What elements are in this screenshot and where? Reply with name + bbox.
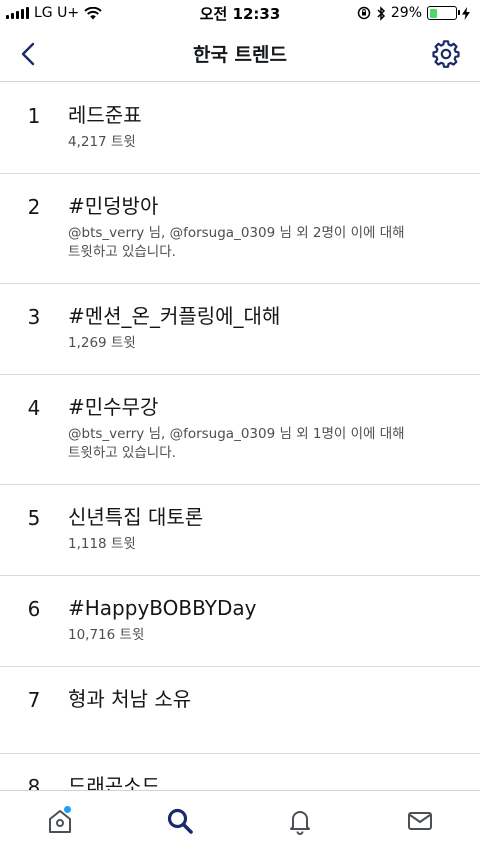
trend-tweet-count: 4,217 트윗 (68, 134, 136, 150)
trend-tweet-count: 10,716 트윗 (68, 627, 145, 643)
battery-percent: 29% (390, 5, 422, 21)
trend-name: 드래곤소드 (68, 774, 160, 790)
trend-tweet-count: 1,118 트윗 (68, 536, 136, 552)
trend-item[interactable]: 2 #민덩방아 @bts_verry 님, @forsuga_0309 님 외 … (0, 174, 480, 284)
trend-name: 형과 처남 소유 (68, 687, 192, 711)
wifi-icon (84, 6, 102, 19)
trend-rank: 8 (27, 775, 41, 790)
trend-name: #민수무강 (68, 395, 159, 419)
trend-item[interactable]: 6 #HappyBOBBYDay 10,716 트윗 (0, 576, 480, 667)
navigation-header: 한국 트렌드 (0, 26, 480, 82)
trend-name: 신년특집 대토론 (68, 505, 204, 529)
bell-icon (290, 810, 310, 835)
trend-rank: 2 (27, 195, 41, 219)
trend-context-line: @bts_verry 님, @forsuga_0309 님 외 2명이 이에 대… (68, 225, 405, 241)
carrier-name: LG U+ (34, 5, 80, 21)
trend-item[interactable]: 8 드래곤소드 (0, 754, 480, 790)
charging-icon (462, 6, 470, 20)
trend-name: #멘션_온_커플링에_대해 (68, 304, 281, 328)
trend-context-line: @bts_verry 님, @forsuga_0309 님 외 1명이 이에 대… (68, 426, 405, 442)
trend-list: 1 레드준표 4,217 트윗 2 #민덩방아 @bts_verry 님, @f… (0, 83, 480, 790)
battery-level (429, 8, 437, 18)
trend-rank: 4 (27, 396, 41, 420)
trend-rank: 6 (27, 597, 41, 621)
trend-item[interactable]: 7 형과 처남 소유 (0, 667, 480, 754)
status-bar: LG U+ 오전 12:33 29% (0, 0, 480, 26)
tab-messages[interactable] (390, 796, 450, 846)
tab-home[interactable] (30, 796, 90, 846)
trend-item[interactable]: 1 레드준표 4,217 트윗 (0, 83, 480, 174)
trend-context: @bts_verry 님, @forsuga_0309 님 외 2명이 이에 대… (68, 224, 460, 262)
trend-context: @bts_verry 님, @forsuga_0309 님 외 1명이 이에 대… (68, 425, 460, 463)
trend-item[interactable]: 5 신년특집 대토론 1,118 트윗 (0, 485, 480, 576)
back-button[interactable] (8, 34, 48, 74)
trend-context-line: 트윗하고 있습니다. (68, 244, 176, 260)
battery-icon (427, 6, 460, 20)
tab-notifications[interactable] (270, 796, 330, 846)
signal-strength-icon (6, 7, 29, 19)
rotation-lock-icon (357, 6, 371, 20)
tab-search[interactable] (150, 796, 210, 846)
trend-rank: 7 (27, 688, 41, 712)
trend-context-line: 트윗하고 있습니다. (68, 445, 176, 461)
trend-item[interactable]: 3 #멘션_온_커플링에_대해 1,269 트윗 (0, 284, 480, 375)
trend-rank: 1 (27, 104, 41, 128)
trend-tweet-count: 1,269 트윗 (68, 335, 136, 351)
page-title: 한국 트렌드 (192, 44, 287, 66)
trend-rank: 3 (27, 305, 41, 329)
gear-icon (432, 40, 460, 68)
trend-item[interactable]: 4 #민수무강 @bts_verry 님, @forsuga_0309 님 외 … (0, 375, 480, 485)
envelope-icon (408, 811, 432, 830)
trend-name: #민덩방아 (68, 194, 159, 218)
tab-bar (0, 790, 480, 854)
settings-button[interactable] (426, 34, 466, 74)
trend-rank: 5 (27, 506, 41, 530)
trend-name: #HappyBOBBYDay (68, 596, 257, 620)
notification-dot (64, 805, 71, 813)
trend-name: 레드준표 (68, 103, 142, 127)
search-icon (167, 808, 193, 834)
bluetooth-icon (377, 5, 385, 21)
chevron-left-icon (21, 42, 35, 66)
